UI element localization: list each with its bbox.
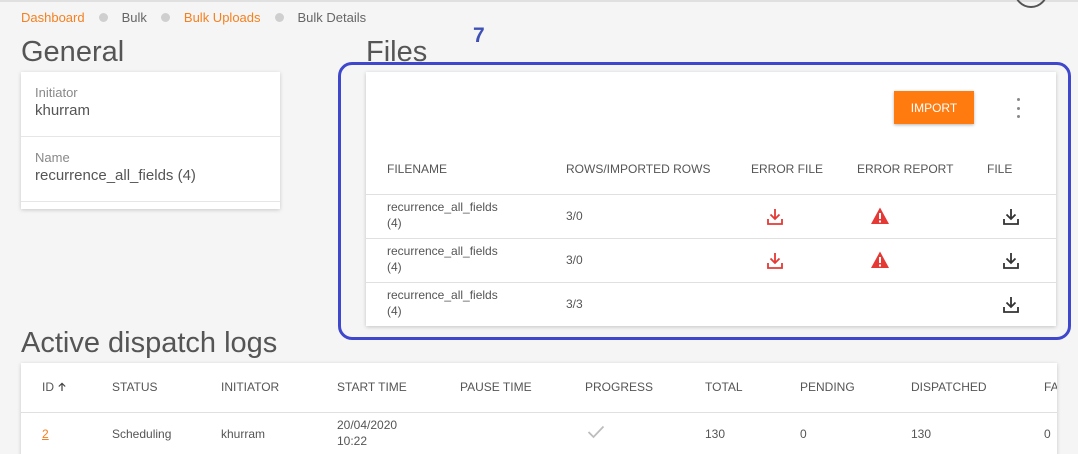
initiator-row: Initiator khurram: [21, 72, 280, 137]
active-logs-card: ID STATUS INITIATOR START TIME PAUSE TIM…: [21, 363, 1057, 454]
col-dispatched[interactable]: DISPATCHED: [911, 380, 987, 394]
annotation-highlight-box: [338, 62, 1071, 340]
log-fa: 0: [1044, 427, 1051, 441]
name-value: recurrence_all_fields (4): [35, 167, 196, 184]
arrow-up-icon: [58, 382, 66, 391]
avatar[interactable]: [1014, 0, 1048, 8]
breadcrumb-separator: [98, 13, 108, 22]
initiator-label: Initiator: [35, 85, 78, 100]
col-id-label: ID: [42, 380, 54, 394]
name-label: Name: [35, 150, 70, 165]
col-start-time[interactable]: START TIME: [337, 380, 407, 394]
log-dispatched: 130: [911, 427, 932, 441]
col-status[interactable]: STATUS: [112, 380, 158, 394]
check-icon: [587, 425, 605, 439]
breadcrumb-separator: [160, 13, 170, 22]
header-divider: [21, 412, 1057, 413]
general-title: General: [21, 36, 125, 68]
name-row: Name recurrence_all_fields (4): [21, 137, 280, 202]
initiator-value: khurram: [35, 102, 91, 119]
col-fa[interactable]: FA: [1044, 380, 1057, 394]
col-pause-time[interactable]: PAUSE TIME: [460, 380, 532, 394]
col-progress[interactable]: PROGRESS: [585, 380, 653, 394]
breadcrumb-bulk-uploads[interactable]: Bulk Uploads: [184, 10, 261, 25]
log-start-clock: 10:22: [337, 434, 368, 448]
log-status: Scheduling: [112, 427, 172, 441]
log-start-date: 20/04/2020: [337, 418, 398, 432]
breadcrumb-separator: [274, 13, 284, 22]
general-card: Initiator khurram Name recurrence_all_fi…: [21, 72, 280, 209]
log-id-link[interactable]: 2: [42, 426, 49, 442]
col-total[interactable]: TOTAL: [705, 380, 743, 394]
col-pending[interactable]: PENDING: [800, 380, 855, 394]
log-total: 130: [705, 427, 726, 441]
log-start-time: 20/04/2020 10:22: [337, 417, 397, 449]
breadcrumb-dashboard[interactable]: Dashboard: [21, 10, 85, 25]
col-id[interactable]: ID: [42, 380, 67, 394]
top-divider: [0, 0, 1078, 2]
log-pending: 0: [800, 427, 807, 441]
annotation-number: 7: [473, 24, 485, 47]
log-initiator: khurram: [221, 427, 266, 441]
col-initiator[interactable]: INITIATOR: [221, 380, 279, 394]
breadcrumb-bulk[interactable]: Bulk: [122, 10, 147, 25]
breadcrumb: Dashboard Bulk Bulk Uploads Bulk Details: [21, 10, 366, 25]
active-logs-title: Active dispatch logs: [21, 327, 278, 359]
breadcrumb-bulk-details: Bulk Details: [297, 10, 367, 25]
